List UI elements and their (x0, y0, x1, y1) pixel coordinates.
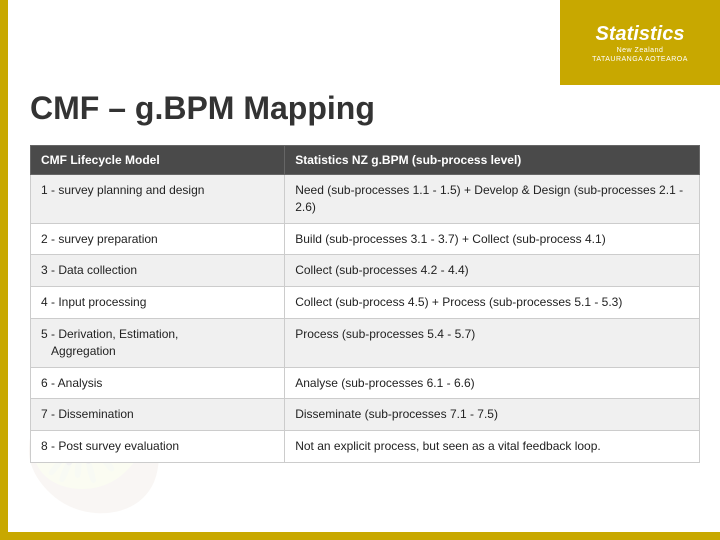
table-row: 6 - AnalysisAnalyse (sub-processes 6.1 -… (31, 367, 700, 399)
cmf-table: CMF Lifecycle Model Statistics NZ g.BPM … (30, 145, 700, 463)
table-row: 4 - Input processingCollect (sub-process… (31, 287, 700, 319)
cell-lifecycle: 4 - Input processing (31, 287, 285, 319)
logo-sub1: New Zealand (592, 47, 688, 54)
header-col1: CMF Lifecycle Model (31, 146, 285, 175)
table-row: 7 - DisseminationDisseminate (sub-proces… (31, 399, 700, 431)
table-row: 8 - Post survey evaluationNot an explici… (31, 431, 700, 463)
cell-gbpm: Disseminate (sub-processes 7.1 - 7.5) (285, 399, 700, 431)
cell-lifecycle: 1 - survey planning and design (31, 175, 285, 224)
logo-brand: Statistics (592, 23, 688, 45)
table-row: 3 - Data collectionCollect (sub-processe… (31, 255, 700, 287)
cell-gbpm: Process (sub-processes 5.4 - 5.7) (285, 318, 700, 367)
logo-sub2: TATAURANGA AOTEAROA (592, 56, 688, 63)
table-row: 1 - survey planning and designNeed (sub-… (31, 175, 700, 224)
page-title: CMF – g.BPM Mapping (30, 90, 375, 127)
cell-lifecycle: 3 - Data collection (31, 255, 285, 287)
logo-area: Statistics New Zealand TATAURANGA AOTEAR… (560, 0, 720, 85)
cell-gbpm: Not an explicit process, but seen as a v… (285, 431, 700, 463)
cell-lifecycle: 7 - Dissemination (31, 399, 285, 431)
cell-lifecycle: 6 - Analysis (31, 367, 285, 399)
left-border (0, 0, 8, 540)
cell-gbpm: Analyse (sub-processes 6.1 - 6.6) (285, 367, 700, 399)
table-header-row: CMF Lifecycle Model Statistics NZ g.BPM … (31, 146, 700, 175)
bottom-border (0, 532, 720, 540)
cell-lifecycle: 8 - Post survey evaluation (31, 431, 285, 463)
cell-gbpm: Collect (sub-process 4.5) + Process (sub… (285, 287, 700, 319)
cell-gbpm: Build (sub-processes 3.1 - 3.7) + Collec… (285, 223, 700, 255)
cell-gbpm: Need (sub-processes 1.1 - 1.5) + Develop… (285, 175, 700, 224)
header-col2: Statistics NZ g.BPM (sub-process level) (285, 146, 700, 175)
table-container: CMF Lifecycle Model Statistics NZ g.BPM … (30, 145, 700, 463)
table-row: 2 - survey preparationBuild (sub-process… (31, 223, 700, 255)
cell-lifecycle: 2 - survey preparation (31, 223, 285, 255)
table-row: 5 - Derivation, Estimation, AggregationP… (31, 318, 700, 367)
cell-lifecycle: 5 - Derivation, Estimation, Aggregation (31, 318, 285, 367)
cell-gbpm: Collect (sub-processes 4.2 - 4.4) (285, 255, 700, 287)
